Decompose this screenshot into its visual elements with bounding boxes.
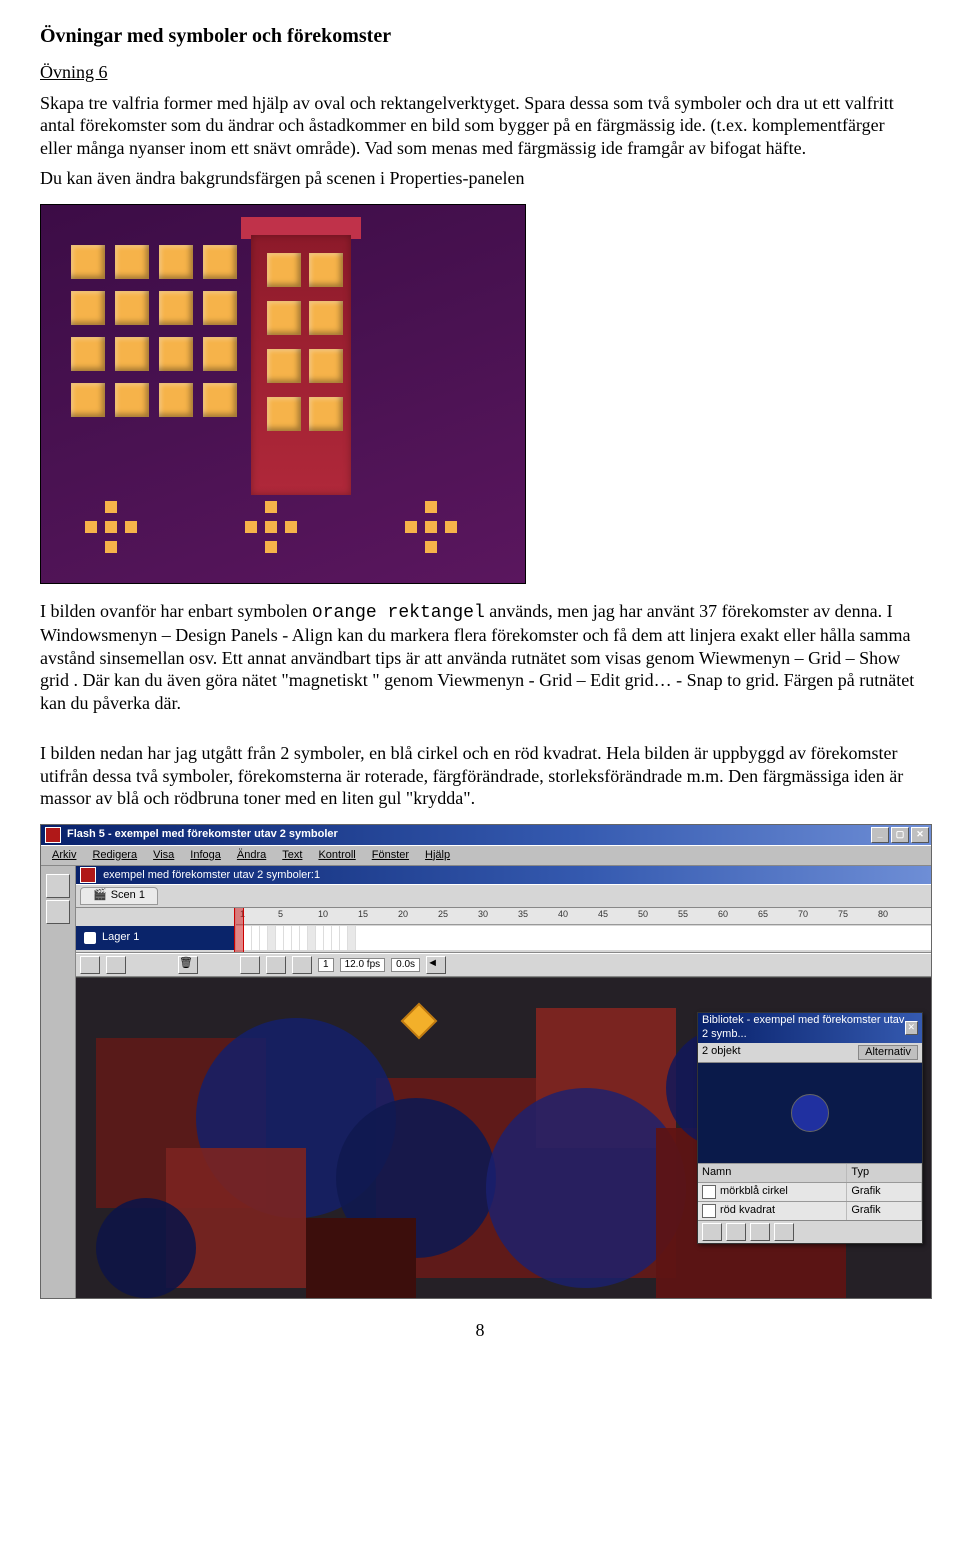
tool-strip <box>41 866 76 1298</box>
stage-canvas[interactable]: Bibliotek - exempel med förekomster utav… <box>76 977 931 1298</box>
time-field: 0.0s <box>391 958 420 973</box>
library-count: 2 objekt <box>702 1045 741 1061</box>
exercise-label: Övning 6 <box>40 62 108 82</box>
window-minimize-button[interactable]: _ <box>871 827 889 843</box>
playhead[interactable] <box>234 908 244 952</box>
lib-new-symbol-icon[interactable] <box>702 1223 722 1241</box>
lib-new-folder-icon[interactable] <box>726 1223 746 1241</box>
trash-icon[interactable]: 🗑 <box>178 956 198 974</box>
window-close-button[interactable]: ✕ <box>911 827 929 843</box>
timeline-frames[interactable] <box>236 926 931 950</box>
menu-fonster[interactable]: Fönster <box>365 848 416 864</box>
current-frame: 1 <box>318 958 334 973</box>
scene-tab[interactable]: 🎬 Scen 1 <box>80 887 158 905</box>
paragraph-1: Skapa tre valfria former med hjälp av ov… <box>40 92 920 160</box>
library-preview <box>698 1063 922 1163</box>
library-title: Bibliotek - exempel med förekomster utav… <box>702 1014 905 1042</box>
tool-2[interactable] <box>46 900 70 924</box>
timeline[interactable]: Lager 1 1 5 10 15 20 25 30 35 40 45 50 5… <box>76 908 931 953</box>
library-options-button[interactable]: Alternativ <box>858 1045 918 1061</box>
window-title-bar: Flash 5 - exempel med förekomster utav 2… <box>41 825 931 845</box>
menu-andra[interactable]: Ändra <box>230 848 273 864</box>
layer-row[interactable]: Lager 1 <box>76 926 234 950</box>
status-icon-1[interactable] <box>80 956 100 974</box>
menu-arkiv[interactable]: Arkiv <box>45 848 83 864</box>
library-row-1[interactable]: röd kvadrat Grafik <box>698 1201 922 1220</box>
library-footer <box>698 1220 922 1243</box>
page-heading: Övningar med symboler och förekomster <box>40 24 920 49</box>
tool-1[interactable] <box>46 874 70 898</box>
page-number: 8 <box>40 1319 920 1342</box>
library-row-0[interactable]: mörkblå cirkel Grafik <box>698 1182 922 1201</box>
window-maximize-button[interactable]: ▢ <box>891 827 909 843</box>
status-icon-2[interactable] <box>106 956 126 974</box>
menu-hjalp[interactable]: Hjälp <box>418 848 457 864</box>
onion-1-icon[interactable] <box>240 956 260 974</box>
menubar: Arkiv Redigera Visa Infoga Ändra Text Ko… <box>41 845 931 867</box>
scene-purple-illustration <box>40 204 526 584</box>
layer-label: Lager 1 <box>102 931 139 945</box>
library-col-type[interactable]: Typ <box>847 1164 922 1182</box>
menu-visa[interactable]: Visa <box>146 848 181 864</box>
code-symbol-name: orange rektangel <box>312 603 485 623</box>
library-close-button[interactable]: ✕ <box>905 1021 918 1035</box>
window-title: Flash 5 - exempel med förekomster utav 2… <box>67 828 338 842</box>
menu-infoga[interactable]: Infoga <box>183 848 228 864</box>
flash-screenshot: Flash 5 - exempel med förekomster utav 2… <box>40 824 932 1300</box>
library-panel[interactable]: Bibliotek - exempel med förekomster utav… <box>697 1012 923 1244</box>
menu-redigera[interactable]: Redigera <box>85 848 144 864</box>
menu-text[interactable]: Text <box>275 848 309 864</box>
graphic-symbol-icon <box>702 1204 716 1218</box>
scroll-left-icon[interactable]: ◄ <box>426 956 446 974</box>
preview-circle-icon <box>791 1094 829 1132</box>
doc-title: exempel med förekomster utav 2 symboler:… <box>76 866 931 884</box>
library-header: Namn Typ <box>698 1163 922 1182</box>
timeline-status: 🗑 1 12.0 fps 0.0s ◄ <box>76 953 931 977</box>
lib-props-icon[interactable] <box>750 1223 770 1241</box>
scene-bar: 🎬 Scen 1 <box>76 884 931 908</box>
onion-3-icon[interactable] <box>292 956 312 974</box>
timeline-ruler: 1 5 10 15 20 25 30 35 40 45 50 55 60 65 … <box>236 908 931 925</box>
library-col-name[interactable]: Namn <box>698 1164 847 1182</box>
menu-kontroll[interactable]: Kontroll <box>311 848 362 864</box>
library-title-bar[interactable]: Bibliotek - exempel med förekomster utav… <box>698 1013 922 1043</box>
paragraph-3: I bilden nedan har jag utgått från 2 sym… <box>40 742 920 810</box>
flash-doc-icon <box>80 867 96 883</box>
lib-trash-icon[interactable] <box>774 1223 794 1241</box>
graphic-symbol-icon <box>702 1185 716 1199</box>
fps-field: 12.0 fps <box>340 958 386 973</box>
onion-2-icon[interactable] <box>266 956 286 974</box>
flash-app-icon <box>45 827 61 843</box>
paragraph-1b: Du kan även ändra bakgrundsfärgen på sce… <box>40 167 920 190</box>
paragraph-2: I bilden ovanför har enbart symbolen ora… <box>40 600 920 715</box>
